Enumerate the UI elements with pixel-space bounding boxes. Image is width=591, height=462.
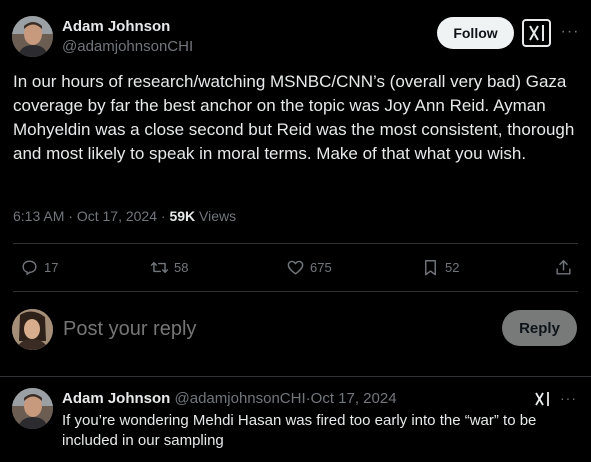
reply-icon — [22, 259, 37, 275]
reply-count: 17 — [44, 259, 59, 275]
divider — [13, 291, 578, 292]
retweet-icon — [150, 261, 169, 273]
tweet-date[interactable]: Oct 17, 2024 — [77, 208, 157, 224]
follow-button[interactable]: Follow — [437, 17, 514, 49]
heart-icon — [287, 260, 304, 275]
retweet-action-button[interactable]: 58 — [150, 256, 188, 278]
author-name[interactable]: Adam Johnson — [62, 18, 170, 35]
thread-author-name[interactable]: Adam Johnson — [62, 390, 170, 407]
bookmark-icon — [425, 259, 436, 275]
author-handle[interactable]: @adamjohnsonCHI — [62, 38, 193, 55]
bookmark-count: 52 — [445, 259, 460, 275]
meta-separator: · — [160, 208, 166, 224]
views-count: 59K — [169, 208, 196, 224]
reply-input[interactable] — [63, 316, 463, 342]
divider — [0, 376, 591, 377]
views-label: Views — [199, 208, 237, 224]
tweet-meta: 6:13 AM · Oct 17, 2024 · 59K Views — [13, 208, 236, 224]
like-action-button[interactable]: 675 — [286, 256, 332, 278]
retweet-count: 58 — [174, 259, 189, 275]
author-avatar[interactable] — [12, 16, 53, 57]
thread-author-handle[interactable]: @adamjohnsonCHI — [175, 390, 306, 407]
grok-icon[interactable] — [522, 19, 551, 47]
like-count: 675 — [310, 259, 332, 275]
grok-icon[interactable] — [534, 391, 552, 407]
divider — [13, 243, 578, 244]
bookmark-action-button[interactable]: 52 — [421, 256, 459, 278]
tweet-time[interactable]: 6:13 AM — [13, 208, 64, 224]
current-user-avatar[interactable] — [12, 309, 53, 350]
thread-reply-header: Adam Johnson @adamjohnsonCHI·Oct 17, 202… — [62, 390, 397, 407]
thread-reply-text: If you’re wondering Mehdi Hasan was fire… — [62, 412, 537, 449]
meta-separator: · — [68, 208, 73, 224]
thread-author-avatar[interactable] — [12, 388, 53, 429]
more-options-icon[interactable]: ··· — [560, 22, 580, 42]
tweet-text: In our hours of research/watching MSNBC/… — [13, 72, 575, 163]
reply-button[interactable]: Reply — [502, 310, 577, 346]
share-icon — [556, 259, 571, 275]
reply-action-button[interactable]: 17 — [20, 256, 58, 278]
share-action-button[interactable] — [554, 256, 578, 278]
more-options-icon[interactable]: ··· — [560, 390, 577, 406]
thread-date[interactable]: Oct 17, 2024 — [311, 390, 397, 407]
